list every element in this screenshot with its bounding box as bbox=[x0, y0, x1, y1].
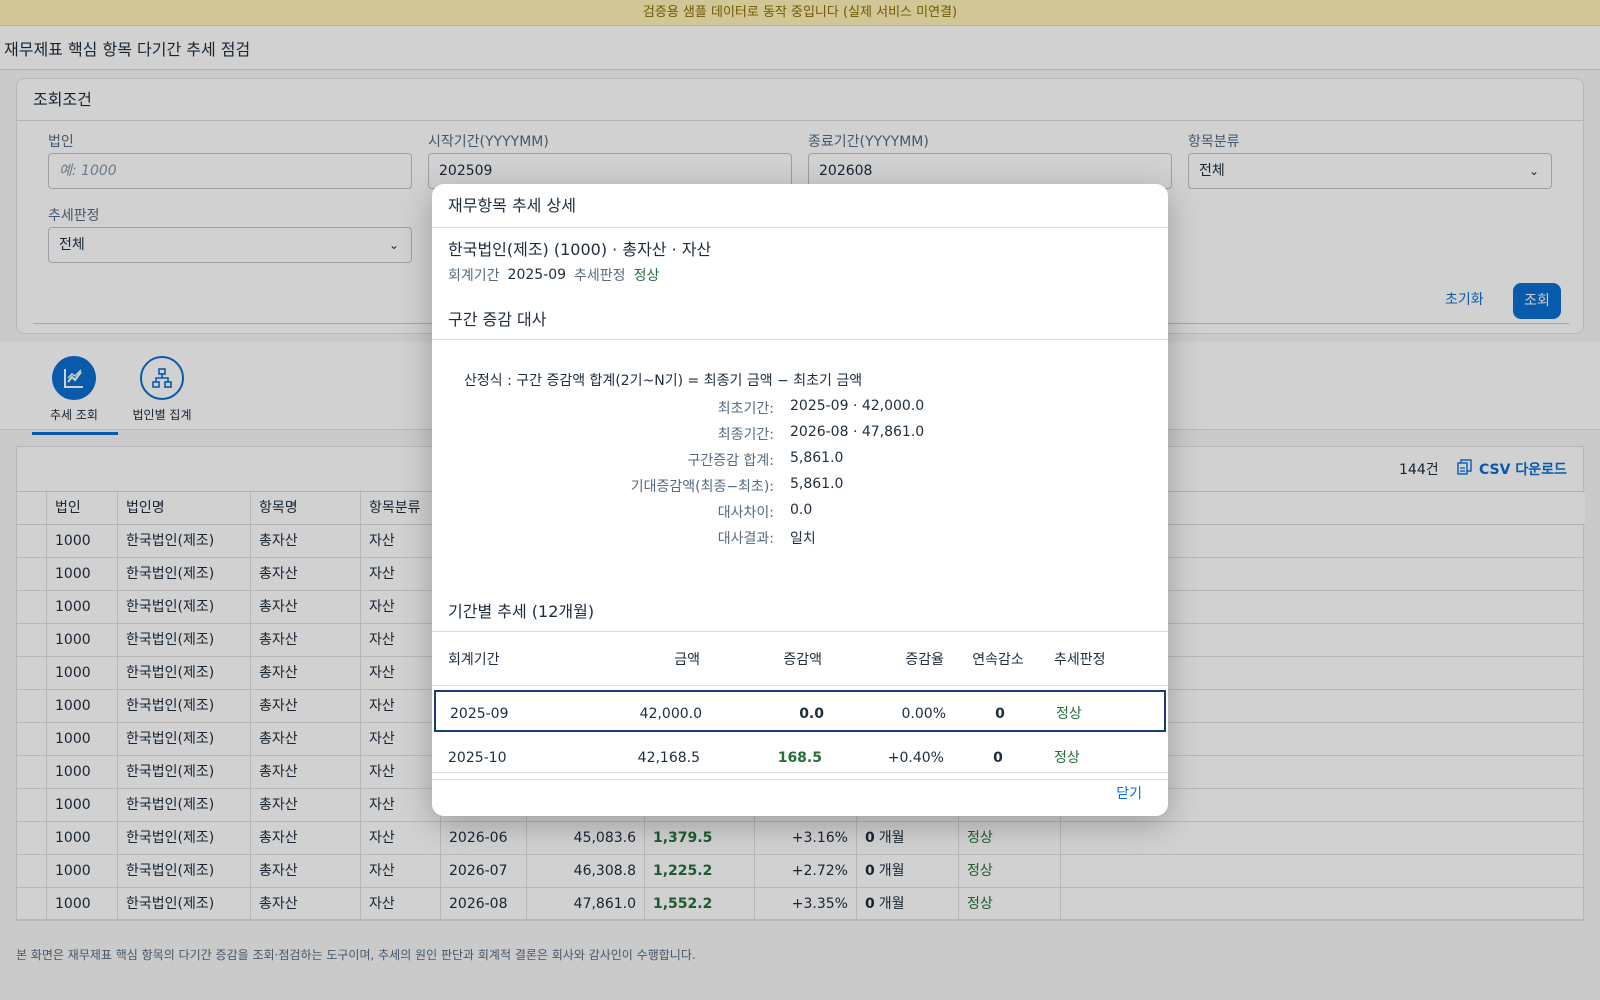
trend-table-header: 회계기간 금액 증감액 증감율 연속감소 추세판정 bbox=[432, 638, 1168, 686]
reconciliation-key: 기대증감액(최종−최초): bbox=[630, 479, 774, 495]
reconciliation-value: 5,861.0 bbox=[790, 450, 844, 466]
trend-column-period: 회계기간 bbox=[448, 652, 500, 668]
dialog-title: 재무항목 추세 상세 bbox=[432, 184, 1168, 228]
trend-status-value: 정상 bbox=[633, 268, 660, 284]
trend-table-body: 2025-09 42,000.0 0.0 0.00% 0 정상 2025-10 42,168.… bbox=[432, 690, 1168, 780]
trend-section: 기간별 추세 (12개월) bbox=[432, 592, 1168, 632]
trend-cell-amount: 42,000.0 bbox=[639, 706, 702, 722]
trend-cell-streak: 0 bbox=[995, 706, 1005, 722]
reconciliation-row: 기대증감액(최종−최초): 5,861.0 bbox=[432, 476, 1168, 502]
subject-name: 한국법인(제조) (1000) · 총자산 · 자산 bbox=[448, 240, 712, 259]
dialog-footer: 닫기 bbox=[432, 772, 1168, 816]
trend-column-streak: 연속감소 bbox=[972, 652, 1024, 668]
trend-column-rate: 증감율 bbox=[905, 652, 944, 668]
trend-row[interactable]: 2025-09 42,000.0 0.0 0.00% 0 정상 bbox=[434, 690, 1166, 732]
reconciliation-value: 일치 bbox=[790, 531, 816, 547]
reconciliation-row: 대사차이: 0.0 bbox=[432, 502, 1168, 528]
reconciliation-section-title: 구간 증감 대사 bbox=[432, 300, 1168, 340]
trend-table: 회계기간 금액 증감액 증감율 연속감소 추세판정 2025-09 42,000.… bbox=[432, 638, 1168, 780]
trend-detail-dialog: 재무항목 추세 상세 한국법인(제조) (1000) · 총자산 · 자산 회계… bbox=[432, 184, 1168, 816]
reconciliation-row: 대사결과: 일치 bbox=[432, 528, 1168, 554]
reconciliation-row: 구간증감 합계: 5,861.0 bbox=[432, 450, 1168, 476]
reconciliation-formula: 산정식 : 구간 증감액 합계(2기~N기) = 최종기 금액 − 최초기 금액 bbox=[464, 373, 863, 389]
reconciliation-value: 2026-08 · 47,861.0 bbox=[790, 424, 925, 440]
reconciliation-key: 대사차이: bbox=[717, 505, 774, 521]
reconciliation-value: 2025-09 · 42,000.0 bbox=[790, 398, 925, 414]
dialog-subject: 한국법인(제조) (1000) · 총자산 · 자산 회계기간 2025-09 … bbox=[432, 228, 1168, 288]
trend-cell-period: 2025-09 bbox=[450, 706, 509, 722]
trend-section-title: 기간별 추세 (12개월) bbox=[432, 592, 1168, 632]
reconciliation-value: 5,861.0 bbox=[790, 476, 844, 492]
trend-column-status: 추세판정 bbox=[1054, 652, 1106, 668]
reconciliation-row: 최초기간: 2025-09 · 42,000.0 bbox=[432, 398, 1168, 424]
reconciliation-list: 최초기간: 2025-09 · 42,000.0 최종기간: 2026-08 · 47… bbox=[432, 398, 1168, 554]
reconciliation-key: 대사결과: bbox=[717, 531, 774, 547]
subject-meta: 회계기간 2025-09 추세판정 정상 bbox=[448, 262, 1152, 288]
reconciliation-key: 최종기간: bbox=[717, 427, 774, 443]
reconciliation-key: 최초기간: bbox=[717, 401, 774, 417]
trend-cell-rate: 0.00% bbox=[901, 706, 946, 722]
period-value: 2025-09 bbox=[507, 267, 567, 283]
trend-label: 추세판정 bbox=[574, 268, 626, 284]
close-button[interactable]: 닫기 bbox=[1116, 783, 1142, 803]
reconciliation-value: 0.0 bbox=[790, 502, 813, 518]
trend-column-amount: 금액 bbox=[674, 652, 700, 668]
reconciliation-row: 최종기간: 2026-08 · 47,861.0 bbox=[432, 424, 1168, 450]
trend-cell-trend: 정상 bbox=[1056, 706, 1082, 722]
trend-cell-change: 0.0 bbox=[799, 706, 824, 722]
reconciliation-key: 구간증감 합계: bbox=[687, 453, 774, 469]
period-label: 회계기간 bbox=[448, 268, 500, 284]
trend-column-change: 증감액 bbox=[783, 652, 822, 668]
